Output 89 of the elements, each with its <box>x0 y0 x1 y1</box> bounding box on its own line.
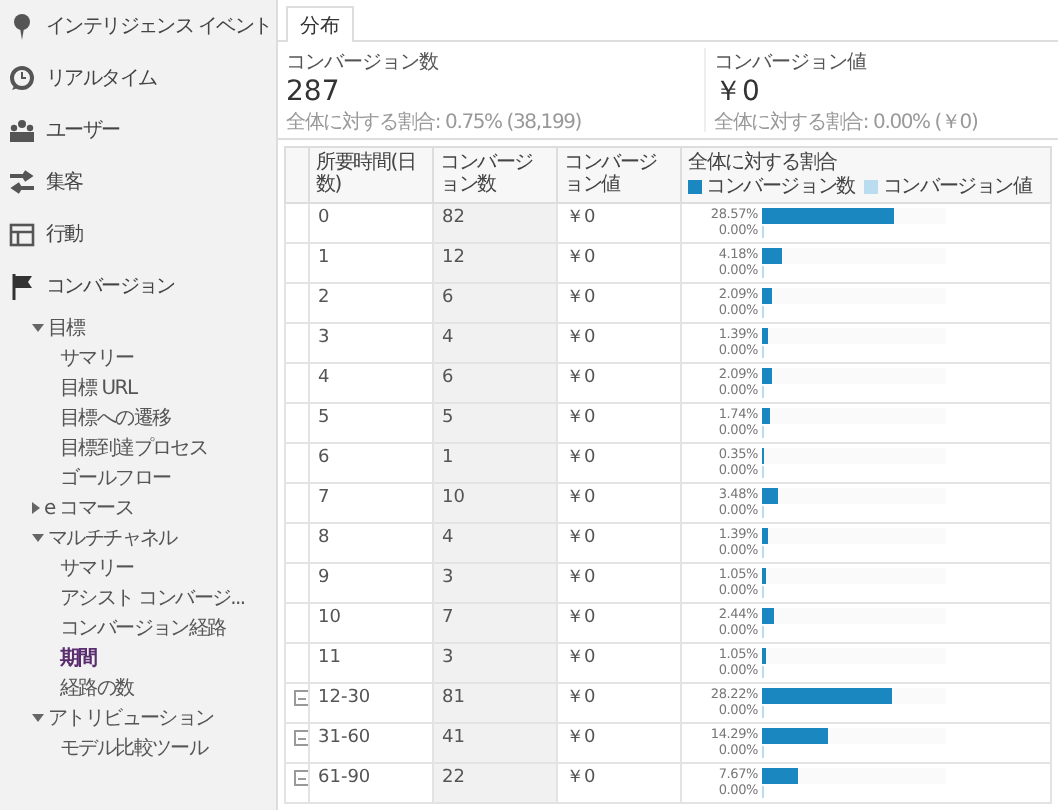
legend-label: コンバージョン値 <box>882 176 1032 198</box>
sidebar-item[interactable]: 目標 URL <box>0 372 276 402</box>
sidebar-item[interactable]: サマリー <box>0 552 276 582</box>
table-cell: 31-60 <box>318 728 371 748</box>
table-cell: 4 <box>318 368 330 388</box>
legend-label: コンバージョン数 <box>706 176 855 198</box>
table-cell: 10 <box>442 488 465 508</box>
table-cell: 3 <box>442 568 454 588</box>
sidebar-item[interactable]: マルチチャネル <box>0 522 276 552</box>
sidebar-item[interactable]: 期間 <box>0 642 276 672</box>
table-cell: ￥0 <box>566 208 596 228</box>
sidebar-item[interactable]: 目標到達プロセス <box>0 432 276 462</box>
table-cell: 6 <box>442 368 454 388</box>
table-cell: ￥0 <box>566 608 596 628</box>
sidebar-item[interactable]: 目標 <box>0 312 276 342</box>
table-cell: 0 <box>318 208 330 228</box>
metric-detail: 全体に対する割合: 0.00% (￥0) <box>714 109 980 136</box>
table-cell: ￥0 <box>566 448 596 468</box>
table-cell: 61-90 <box>318 768 371 788</box>
sidebar-item[interactable]: 目標への遷移 <box>0 402 276 432</box>
expand-icon[interactable] <box>294 690 307 706</box>
table-cell: 3 <box>318 328 330 348</box>
tab[interactable]: 分布 <box>286 6 354 42</box>
caret-icon[interactable] <box>32 533 44 541</box>
people-icon <box>8 116 36 144</box>
caret-icon[interactable] <box>32 323 44 331</box>
table-cell: 5 <box>318 408 330 428</box>
table-cell: 4 <box>442 328 454 348</box>
sidebar-item[interactable]: ゴールフロー <box>0 462 276 492</box>
sidebar-item[interactable]: インテリジェンス イベント <box>0 0 276 52</box>
table-cell: 6 <box>318 448 330 468</box>
pin-icon <box>8 12 36 40</box>
table-cell: ￥0 <box>566 328 596 348</box>
caret-icon[interactable] <box>32 501 40 513</box>
flag-icon <box>8 272 36 300</box>
sidebar-item[interactable]: e コマース <box>0 492 276 522</box>
table-cell: 12-30 <box>318 688 371 708</box>
table-cell: ￥0 <box>566 568 596 588</box>
table-cell: ￥0 <box>566 528 596 548</box>
table-cell: 1 <box>442 448 454 468</box>
sidebar-item[interactable]: コンバージョン <box>0 260 276 312</box>
table-cell: 82 <box>442 208 465 228</box>
table-cell: 81 <box>442 688 465 708</box>
metric-value: ￥0 <box>714 76 762 108</box>
table-cell: ￥0 <box>566 768 596 788</box>
metric-label: コンバージョン値 <box>714 50 869 76</box>
table-cell: 10 <box>318 608 341 628</box>
sidebar-item[interactable]: リアルタイム <box>0 52 276 104</box>
table-cell: ￥0 <box>566 688 596 708</box>
table-cell: 1 <box>318 248 330 268</box>
table-cell: 3 <box>442 648 454 668</box>
table-cell: 7 <box>442 608 454 628</box>
table-cell: ￥0 <box>566 408 596 428</box>
table-cell: 2 <box>318 288 330 308</box>
sidebar-item[interactable]: ユーザー <box>0 104 276 156</box>
caret-icon[interactable] <box>32 713 44 721</box>
table-cell: ￥0 <box>566 288 596 308</box>
layout-icon <box>8 220 36 248</box>
table-cell: ￥0 <box>566 728 596 748</box>
speech-bubble-icon <box>8 64 36 92</box>
arrows-icon <box>8 168 36 196</box>
table-cell: 8 <box>318 528 330 548</box>
table-cell: 5 <box>442 408 454 428</box>
table-cell: ￥0 <box>566 648 596 668</box>
metric-detail: 全体に対する割合: 0.75% (38,199) <box>286 109 583 136</box>
expand-icon[interactable] <box>294 770 307 786</box>
sidebar-item[interactable]: コンバージョン経路 <box>0 612 276 642</box>
metric-value: 287 <box>286 76 340 108</box>
table-cell: 22 <box>442 768 465 788</box>
metric-label: コンバージョン数 <box>286 50 440 76</box>
table-cell: ￥0 <box>566 488 596 508</box>
table-cell: 6 <box>442 288 454 308</box>
sidebar-item[interactable]: サマリー <box>0 342 276 372</box>
table-cell: 4 <box>442 528 454 548</box>
sidebar-item[interactable]: 集客 <box>0 156 276 208</box>
sidebar-item[interactable]: アシスト コンバージ... <box>0 582 276 612</box>
table-cell: 7 <box>318 488 330 508</box>
expand-icon[interactable] <box>294 730 307 746</box>
sidebar-item[interactable]: 行動 <box>0 208 276 260</box>
sidebar-item[interactable]: アトリビューション <box>0 702 276 732</box>
column-header[interactable]: 全体に対する割合 <box>688 152 1044 174</box>
table-cell: 12 <box>442 248 465 268</box>
table-cell: ￥0 <box>566 248 596 268</box>
sidebar-item[interactable]: 経路の数 <box>0 672 276 702</box>
table-cell: ￥0 <box>566 368 596 388</box>
table-cell: 9 <box>318 568 330 588</box>
sidebar-item[interactable]: モデル比較ツール <box>0 732 276 762</box>
table-cell: 41 <box>442 728 465 748</box>
table-cell: 11 <box>318 648 341 668</box>
